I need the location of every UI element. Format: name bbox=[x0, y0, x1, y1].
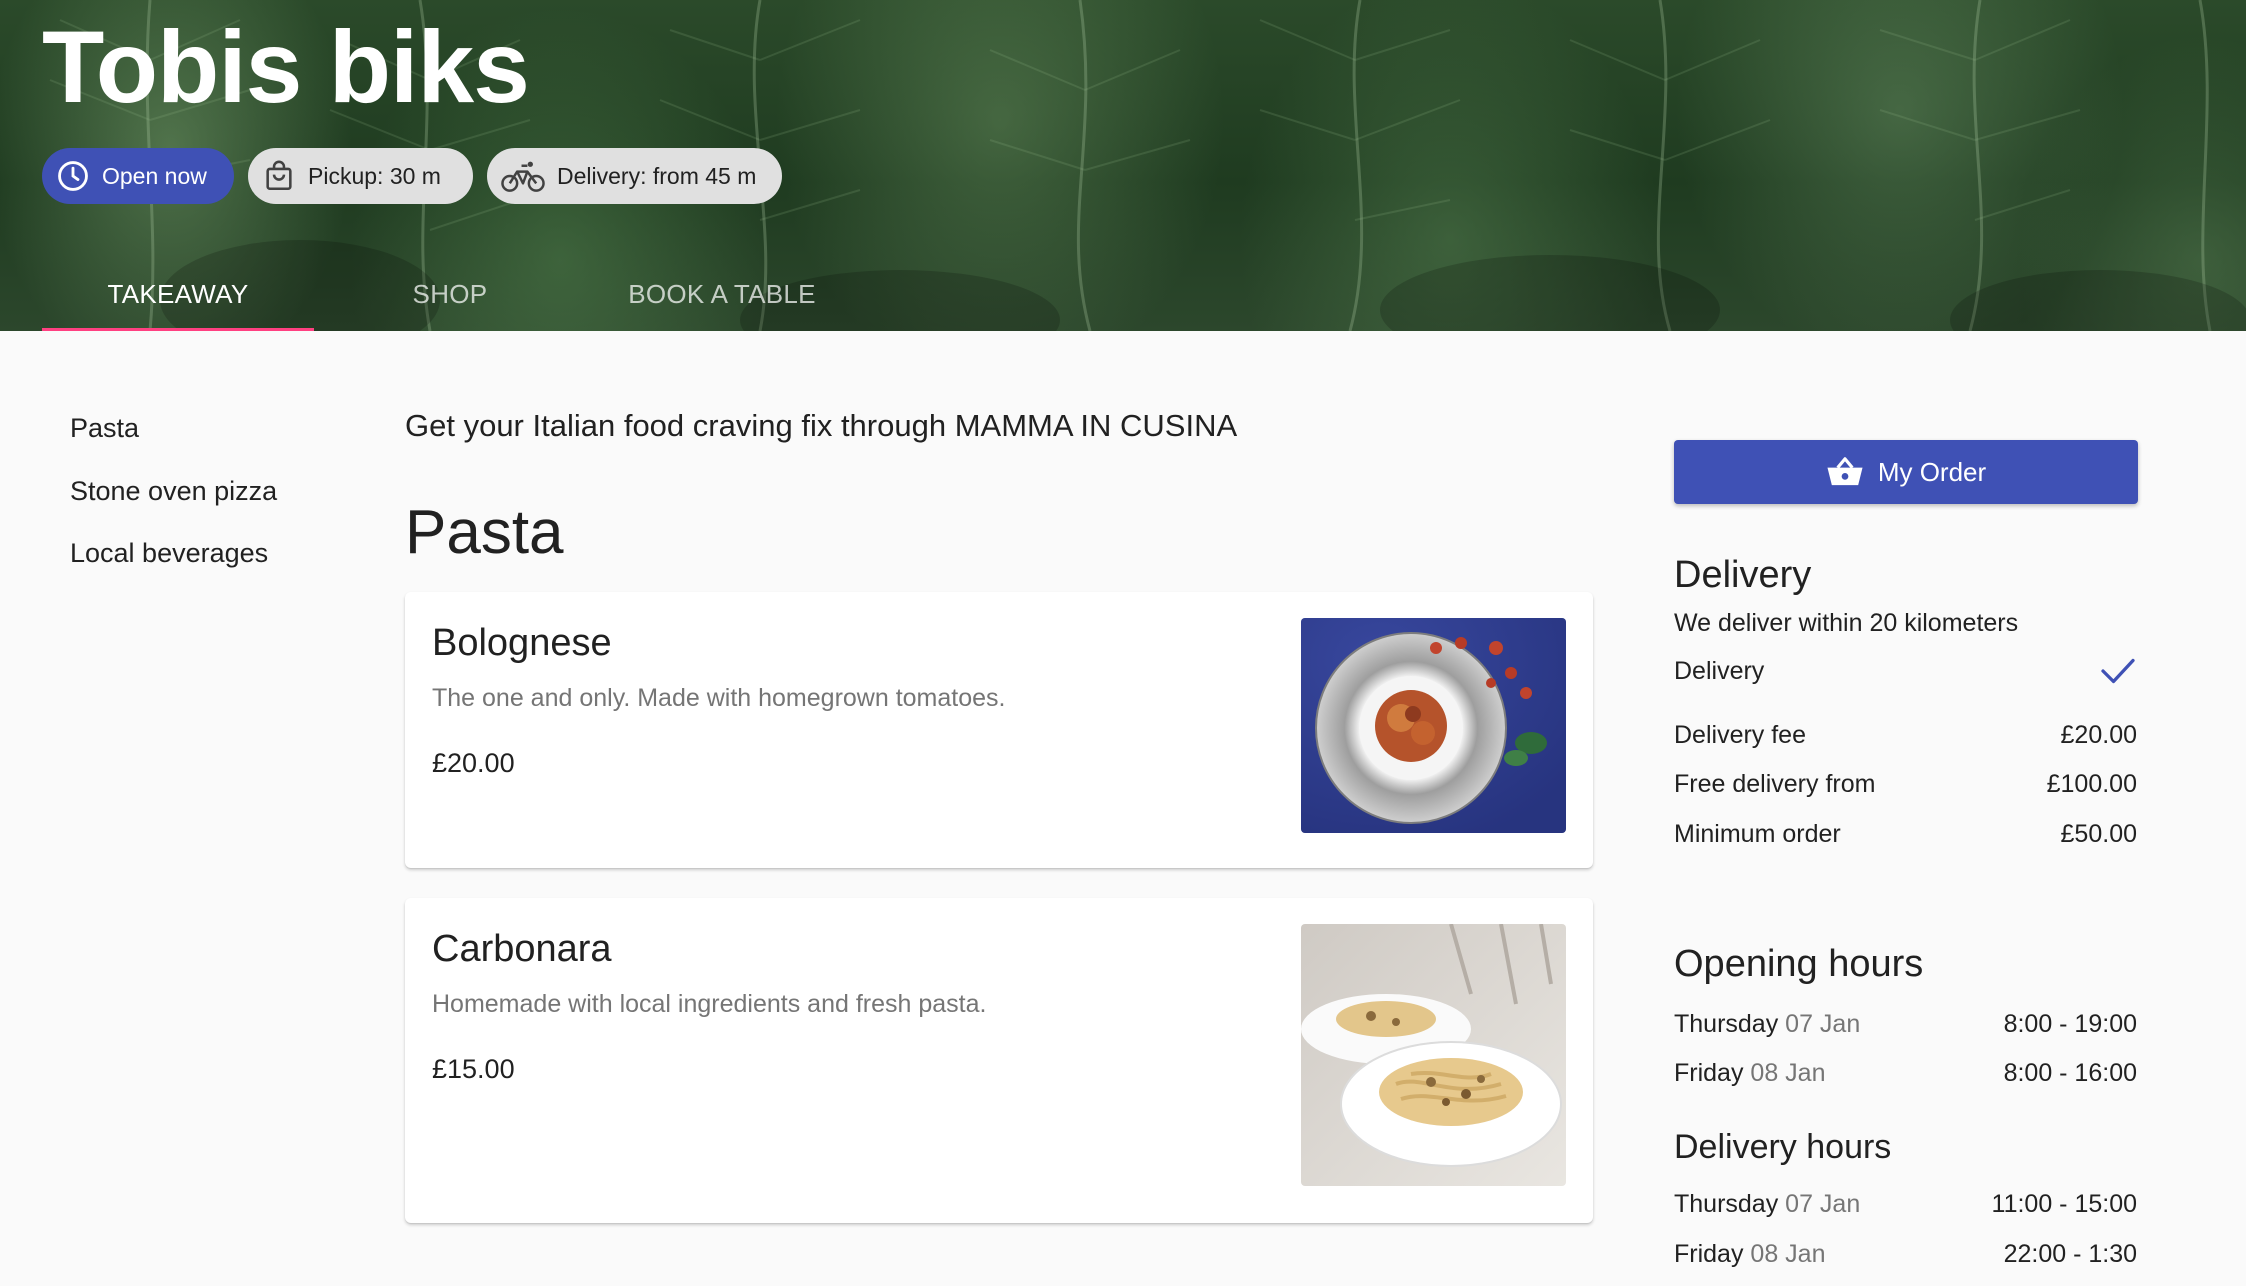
opening-hours-heading: Opening hours bbox=[1674, 943, 1924, 985]
delivery-hours-row-day: Thursday 07 Jan bbox=[1674, 1190, 1860, 1219]
free-delivery-value: £100.00 bbox=[2046, 770, 2137, 798]
bolognese-photo bbox=[1301, 618, 1566, 833]
menu-item-description: Homemade with local ingredients and fres… bbox=[432, 990, 987, 1018]
sidebar-item-local-beverages[interactable]: Local beverages bbox=[70, 538, 268, 569]
sidebar-item-pasta[interactable]: Pasta bbox=[70, 413, 139, 444]
pickup-time-label: Pickup: 30 m bbox=[308, 162, 441, 189]
delivery-fee-label: Delivery fee bbox=[1674, 721, 1806, 749]
free-delivery-label: Free delivery from bbox=[1674, 770, 1876, 798]
opening-hours-row-day: Thursday 07 Jan bbox=[1674, 1010, 1860, 1039]
clock-icon bbox=[58, 161, 88, 191]
opening-hours-time: 8:00 - 19:00 bbox=[2003, 1010, 2137, 1038]
restaurant-name: Tobis biks bbox=[42, 10, 530, 124]
minimum-order-value: £50.00 bbox=[2060, 820, 2137, 848]
bicycle-icon bbox=[501, 161, 545, 192]
delivery-time-chip[interactable]: Delivery: from 45 m bbox=[487, 148, 782, 204]
delivery-option-label[interactable]: Delivery bbox=[1674, 657, 1764, 686]
delivery-hours-time: 11:00 - 15:00 bbox=[1991, 1190, 2137, 1218]
date-label: 08 Jan bbox=[1750, 1240, 1826, 1268]
menu-item-price: £20.00 bbox=[432, 748, 515, 778]
opening-hours-row-day: Friday 08 Jan bbox=[1674, 1059, 1825, 1088]
weekday-label: Thursday bbox=[1674, 1010, 1779, 1038]
open-now-label: Open now bbox=[102, 162, 207, 189]
tab-takeaway[interactable]: TAKEAWAY bbox=[42, 258, 314, 331]
shopping-bag-icon bbox=[266, 160, 292, 191]
weekday-label: Thursday bbox=[1674, 1190, 1779, 1218]
delivery-hours-time: 22:00 - 1:30 bbox=[2003, 1240, 2137, 1268]
delivery-radius-text: We deliver within 20 kilometers bbox=[1674, 609, 2019, 637]
check-icon[interactable] bbox=[2100, 656, 2136, 686]
menu-item-card[interactable]: Bolognese The one and only. Made with ho… bbox=[405, 592, 1593, 868]
tab-bar: TAKEAWAY SHOP BOOK A TABLE bbox=[42, 258, 858, 331]
basket-icon bbox=[1827, 457, 1863, 486]
delivery-hours-row-day: Friday 08 Jan bbox=[1674, 1240, 1825, 1269]
date-label: 08 Jan bbox=[1750, 1059, 1826, 1087]
menu-item-name: Carbonara bbox=[432, 928, 612, 970]
my-order-button[interactable]: My Order bbox=[1674, 440, 2138, 504]
weekday-label: Friday bbox=[1674, 1240, 1744, 1268]
menu-item-price: £15.00 bbox=[432, 1054, 515, 1084]
weekday-label: Friday bbox=[1674, 1059, 1744, 1087]
delivery-fee-value: £20.00 bbox=[2060, 721, 2137, 749]
delivery-time-label: Delivery: from 45 m bbox=[557, 162, 757, 189]
hero-banner: Tobis biks Open now Pickup: 30 m Deliver… bbox=[0, 0, 2246, 331]
menu-item-description: The one and only. Made with homegrown to… bbox=[432, 684, 1006, 712]
tab-shop[interactable]: SHOP bbox=[314, 258, 586, 331]
date-label: 07 Jan bbox=[1785, 1010, 1861, 1038]
section-title-pasta: Pasta bbox=[405, 498, 564, 567]
opening-hours-time: 8:00 - 16:00 bbox=[2003, 1059, 2137, 1087]
pickup-time-chip[interactable]: Pickup: 30 m bbox=[248, 148, 473, 204]
delivery-heading: Delivery bbox=[1674, 554, 1812, 596]
tab-book-a-table[interactable]: BOOK A TABLE bbox=[586, 258, 858, 331]
open-now-chip[interactable]: Open now bbox=[42, 148, 234, 204]
menu-item-card[interactable]: Carbonara Homemade with local ingredient… bbox=[405, 898, 1593, 1223]
minimum-order-label: Minimum order bbox=[1674, 820, 1841, 848]
menu-intro-text: Get your Italian food craving fix throug… bbox=[405, 408, 1238, 443]
sidebar-item-stone-oven-pizza[interactable]: Stone oven pizza bbox=[70, 476, 277, 507]
menu-item-name: Bolognese bbox=[432, 622, 612, 664]
delivery-hours-heading: Delivery hours bbox=[1674, 1128, 1892, 1166]
my-order-label: My Order bbox=[1877, 456, 1987, 487]
date-label: 07 Jan bbox=[1785, 1190, 1861, 1218]
carbonara-photo bbox=[1301, 924, 1566, 1186]
